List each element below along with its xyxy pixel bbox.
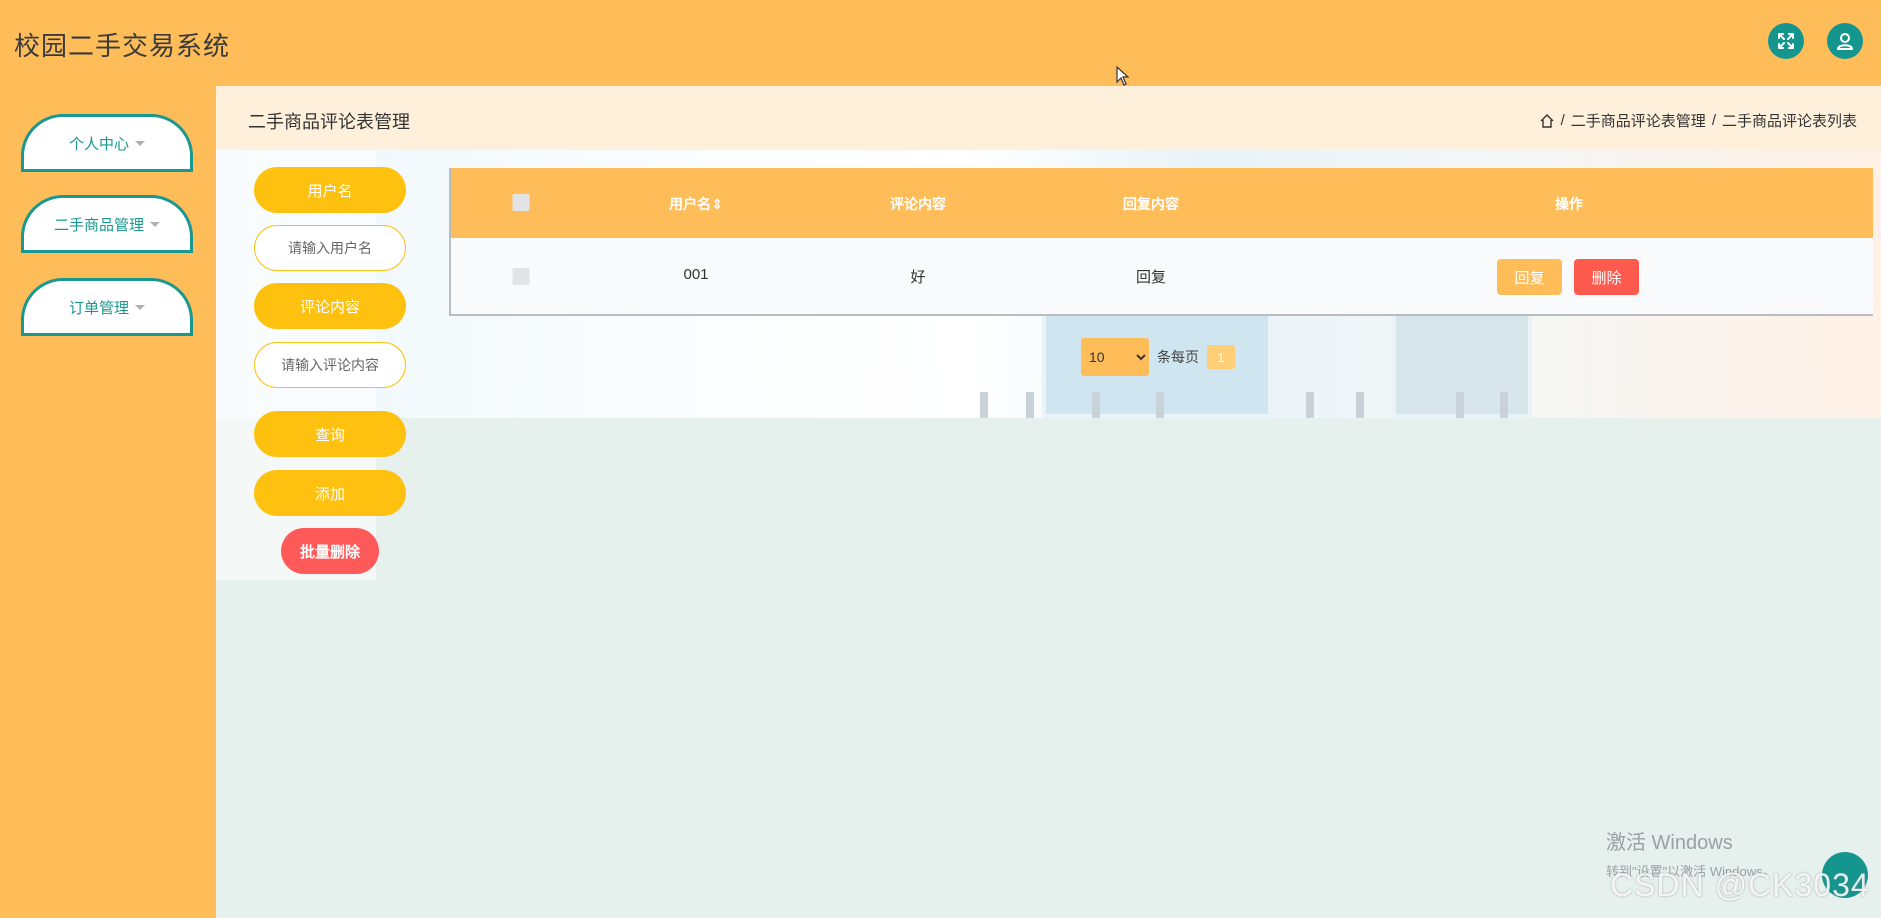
activation-title: 激活 Windows xyxy=(1606,832,1733,854)
breadcrumb-separator: / xyxy=(1711,112,1716,129)
chevron-down-icon xyxy=(150,221,160,227)
page-number[interactable]: 1 xyxy=(1207,345,1235,369)
delete-button[interactable]: 删除 xyxy=(1574,259,1639,295)
query-button[interactable]: 查询 xyxy=(254,411,406,457)
breadcrumb-item[interactable]: 二手商品评论表管理 xyxy=(1571,110,1706,131)
username-input-wrapper xyxy=(254,225,406,271)
select-all-checkbox[interactable] xyxy=(512,194,530,211)
page-header: 二手商品评论表管理 / 二手商品评论表管理 / 二手商品评论表列表 xyxy=(216,86,1881,150)
csdn-watermark: CSDN @CK3034 xyxy=(1610,867,1870,903)
cell-comment: 好 xyxy=(910,269,926,286)
row-checkbox[interactable] xyxy=(512,268,530,285)
batch-delete-button[interactable]: 批量删除 xyxy=(281,528,379,574)
username-label: 用户名 xyxy=(254,167,406,213)
sidebar-item-personal-center[interactable]: 个人中心 xyxy=(21,114,193,172)
per-page-label: 条每页 xyxy=(1157,349,1199,365)
main-content: 二手商品评论表管理 / 二手商品评论表管理 / 二手商品评论表列表 用户名 评论… xyxy=(216,86,1881,918)
pagination: 10 条每页 1 xyxy=(1081,338,1235,376)
sidebar-item-label: 二手商品管理 xyxy=(53,216,144,234)
page-title: 二手商品评论表管理 xyxy=(248,112,410,132)
sidebar-item-label: 订单管理 xyxy=(68,299,129,317)
sidebar: 个人中心 二手商品管理 订单管理 xyxy=(0,86,216,918)
page-size-select[interactable]: 10 xyxy=(1081,338,1149,376)
column-header-label: 用户名 xyxy=(669,196,712,212)
data-table: 用户名⇕ 评论内容 回复内容 操作 001 好 回复 回复 删除 xyxy=(449,168,1873,316)
table-row: 001 好 回复 回复 删除 xyxy=(451,238,1873,314)
mouse-cursor-icon xyxy=(1116,66,1130,86)
comment-input[interactable] xyxy=(255,343,405,387)
comment-input-wrapper xyxy=(254,342,406,388)
column-header-reply: 回复内容 xyxy=(1123,196,1179,212)
sidebar-item-label: 个人中心 xyxy=(68,135,129,153)
cell-reply: 回复 xyxy=(1135,269,1167,286)
column-header-comment: 评论内容 xyxy=(890,196,946,212)
comment-label: 评论内容 xyxy=(254,283,406,329)
user-icon xyxy=(1836,33,1854,50)
column-header-username[interactable]: 用户名⇕ xyxy=(669,194,723,214)
breadcrumb-separator: / xyxy=(1560,112,1565,129)
fullscreen-button[interactable] xyxy=(1768,23,1804,59)
chevron-down-icon xyxy=(135,140,145,146)
table-header: 用户名⇕ 评论内容 回复内容 操作 xyxy=(451,168,1873,238)
sidebar-item-order-management[interactable]: 订单管理 xyxy=(21,278,193,336)
sidebar-item-goods-management[interactable]: 二手商品管理 xyxy=(21,195,193,253)
top-header: 校园二手交易系统 xyxy=(0,0,1881,86)
sort-icon[interactable]: ⇕ xyxy=(711,196,723,212)
column-header-actions: 操作 xyxy=(1555,196,1583,212)
home-icon[interactable] xyxy=(1539,113,1555,129)
username-input[interactable] xyxy=(255,226,405,270)
breadcrumb-item: 二手商品评论表列表 xyxy=(1721,113,1857,130)
breadcrumb: / 二手商品评论表管理 / 二手商品评论表列表 xyxy=(1539,110,1857,131)
chevron-down-icon xyxy=(135,304,145,310)
fullscreen-icon xyxy=(1778,33,1794,49)
app-title: 校园二手交易系统 xyxy=(14,31,231,61)
cell-username: 001 xyxy=(683,266,709,283)
user-menu-button[interactable] xyxy=(1827,23,1863,59)
add-button[interactable]: 添加 xyxy=(254,470,406,516)
reply-button[interactable]: 回复 xyxy=(1497,259,1562,295)
